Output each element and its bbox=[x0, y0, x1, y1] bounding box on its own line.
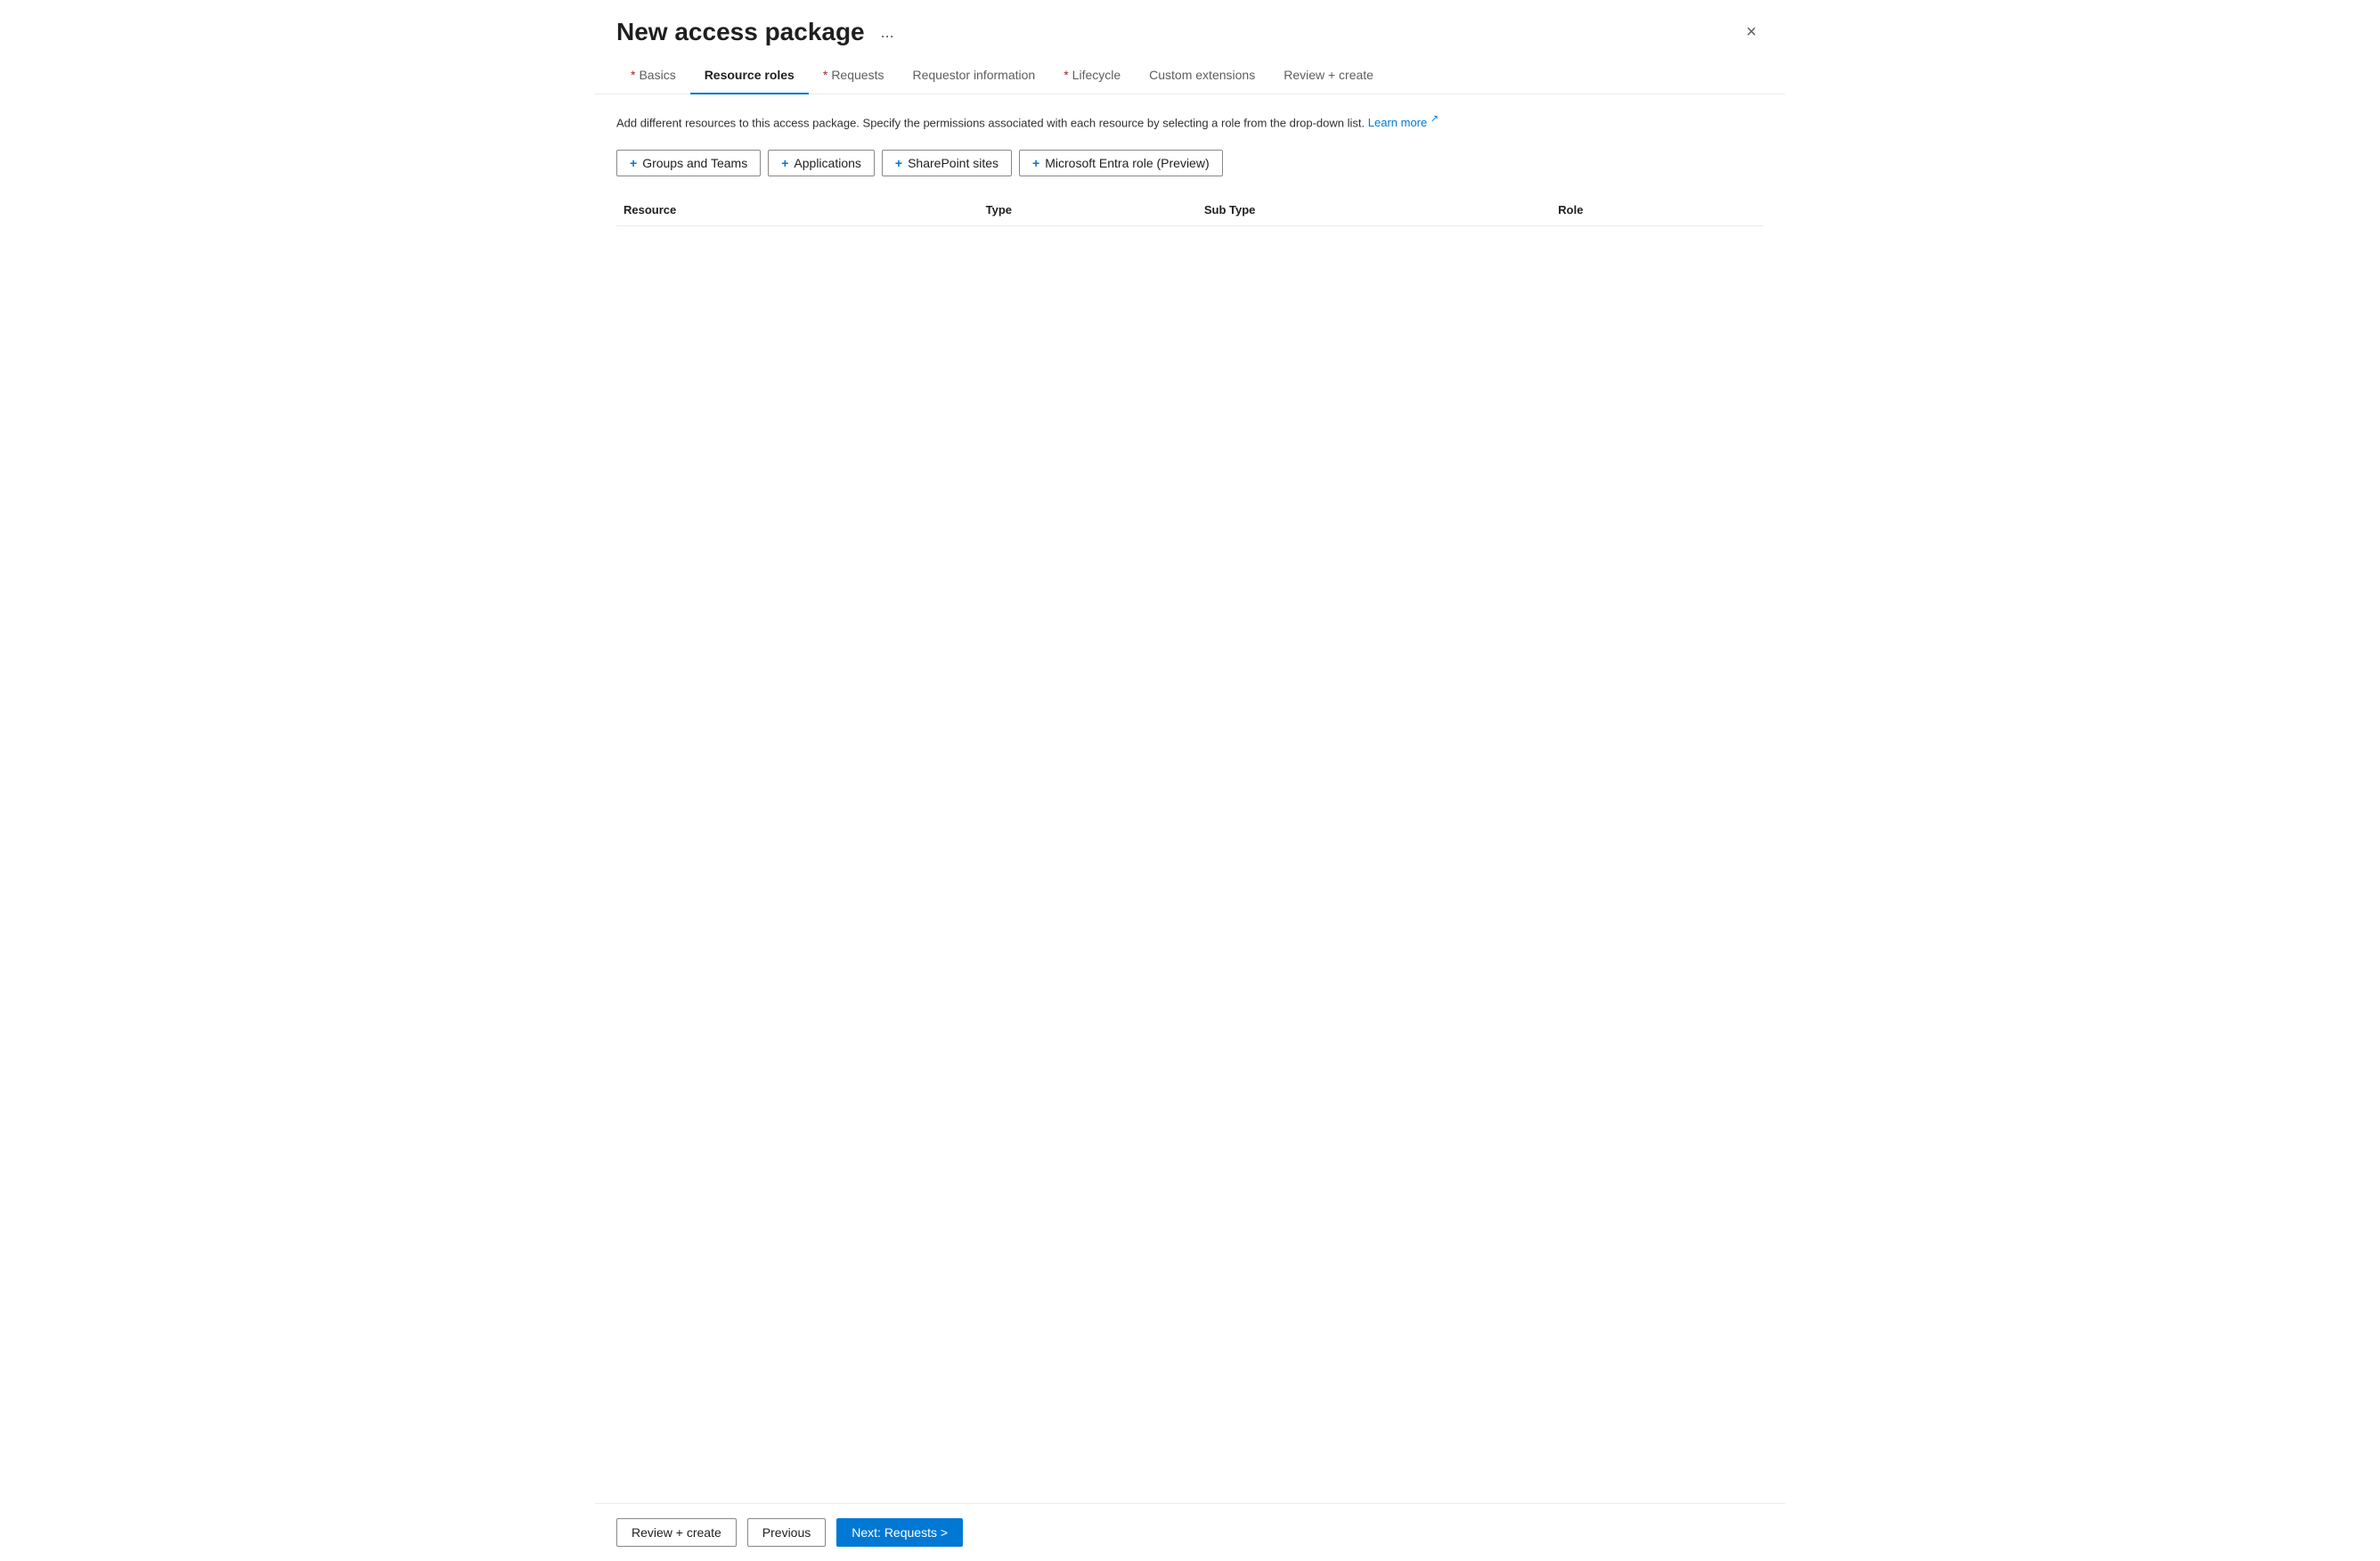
column-sub-type: Sub Type bbox=[1197, 194, 1551, 226]
sharepoint-sites-label: SharePoint sites bbox=[908, 156, 998, 170]
required-star-requests: * bbox=[823, 68, 827, 82]
description-text: Add different resources to this access p… bbox=[616, 112, 1764, 132]
header-left: New access package ... bbox=[616, 18, 901, 46]
page-container: New access package ... × * Basics Resour… bbox=[595, 0, 1785, 1561]
page-title: New access package bbox=[616, 18, 865, 46]
action-buttons: + Groups and Teams + Applications + Shar… bbox=[616, 150, 1764, 176]
tab-custom-extensions-label: Custom extensions bbox=[1149, 68, 1255, 82]
tab-lifecycle-label: Lifecycle bbox=[1072, 68, 1121, 82]
review-create-button[interactable]: Review + create bbox=[616, 1518, 737, 1547]
tab-review-create-label: Review + create bbox=[1284, 68, 1373, 82]
table-header-row: Resource Type Sub Type Role bbox=[616, 194, 1764, 226]
table-header: Resource Type Sub Type Role bbox=[616, 194, 1764, 226]
plus-icon-sharepoint: + bbox=[895, 156, 902, 170]
column-role: Role bbox=[1551, 194, 1764, 226]
previous-button[interactable]: Previous bbox=[747, 1518, 826, 1547]
nav-tabs: * Basics Resource roles * Requests Reque… bbox=[595, 57, 1785, 94]
plus-icon-groups: + bbox=[630, 156, 637, 170]
tab-review-create[interactable]: Review + create bbox=[1269, 57, 1388, 94]
sharepoint-sites-button[interactable]: + SharePoint sites bbox=[882, 150, 1012, 176]
tab-requestor-information[interactable]: Requestor information bbox=[898, 57, 1049, 94]
page-header: New access package ... × bbox=[595, 0, 1785, 57]
column-type: Type bbox=[979, 194, 1197, 226]
column-resource: Resource bbox=[616, 194, 979, 226]
groups-teams-label: Groups and Teams bbox=[642, 156, 747, 170]
plus-icon-applications: + bbox=[781, 156, 788, 170]
plus-icon-entra: + bbox=[1032, 156, 1039, 170]
tab-resource-roles-label: Resource roles bbox=[705, 68, 795, 82]
microsoft-entra-role-label: Microsoft Entra role (Preview) bbox=[1045, 156, 1209, 170]
resource-table: Resource Type Sub Type Role bbox=[616, 194, 1764, 226]
tab-custom-extensions[interactable]: Custom extensions bbox=[1135, 57, 1269, 94]
close-button[interactable]: × bbox=[1739, 20, 1764, 45]
tab-basics[interactable]: * Basics bbox=[616, 57, 690, 94]
tab-requests[interactable]: * Requests bbox=[809, 57, 899, 94]
tab-basics-label: Basics bbox=[639, 68, 675, 82]
content-area: Add different resources to this access p… bbox=[595, 94, 1785, 1503]
groups-teams-button[interactable]: + Groups and Teams bbox=[616, 150, 761, 176]
tab-lifecycle[interactable]: * Lifecycle bbox=[1049, 57, 1135, 94]
required-star-lifecycle: * bbox=[1064, 68, 1068, 82]
tab-requestor-information-label: Requestor information bbox=[912, 68, 1035, 82]
microsoft-entra-role-button[interactable]: + Microsoft Entra role (Preview) bbox=[1019, 150, 1223, 176]
tab-resource-roles[interactable]: Resource roles bbox=[690, 57, 809, 94]
applications-label: Applications bbox=[794, 156, 861, 170]
required-star-basics: * bbox=[631, 68, 635, 82]
more-options-button[interactable]: ... bbox=[874, 20, 901, 45]
learn-more-link[interactable]: Learn more ↗ bbox=[1368, 116, 1439, 129]
external-link-icon: ↗ bbox=[1430, 114, 1439, 125]
applications-button[interactable]: + Applications bbox=[768, 150, 875, 176]
page-footer: Review + create Previous Next: Requests … bbox=[595, 1503, 1785, 1561]
next-requests-button[interactable]: Next: Requests > bbox=[836, 1518, 963, 1547]
tab-requests-label: Requests bbox=[831, 68, 884, 82]
